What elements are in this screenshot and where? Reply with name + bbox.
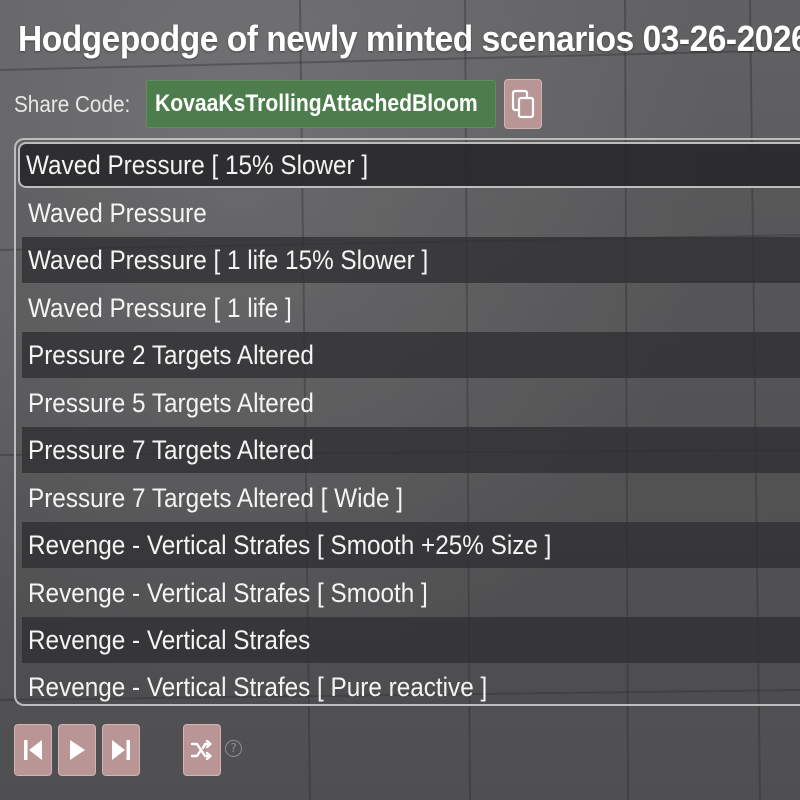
scenario-label: Pressure 2 Targets Altered: [28, 339, 314, 370]
play-icon: [70, 740, 85, 760]
list-item[interactable]: Waved Pressure [ 15% Slower ]: [18, 142, 800, 188]
scenario-label: Pressure 7 Targets Altered [ Wide ]: [28, 482, 404, 513]
list-item[interactable]: Pressure 7 Targets Altered: [22, 427, 800, 473]
shuffle-icon: [190, 739, 212, 761]
list-item[interactable]: Pressure 2 Targets Altered: [22, 332, 800, 378]
scenario-label: Revenge - Vertical Strafes: [28, 624, 311, 655]
skip-to-end-icon: [112, 740, 130, 760]
scenario-label: Waved Pressure: [28, 197, 207, 228]
copy-share-code-button[interactable]: [504, 79, 542, 129]
play-button[interactable]: [58, 724, 96, 776]
list-item[interactable]: Revenge - Vertical Strafes [ Smooth +25%…: [22, 522, 800, 568]
share-code-row: Share Code: KovaaKsTrollingAttachedBloom: [14, 79, 542, 129]
shuffle-button[interactable]: [183, 724, 221, 776]
scenario-label: Revenge - Vertical Strafes [ Pure reacti…: [28, 671, 488, 702]
list-item[interactable]: Pressure 5 Targets Altered: [22, 380, 800, 426]
share-code-field[interactable]: KovaaKsTrollingAttachedBloom: [146, 80, 496, 128]
scenario-label: Revenge - Vertical Strafes [ Smooth ]: [28, 577, 428, 608]
list-item[interactable]: Pressure 7 Targets Altered [ Wide ]: [22, 475, 800, 521]
list-item[interactable]: Waved Pressure: [22, 190, 800, 236]
scenario-label: Pressure 7 Targets Altered: [28, 434, 314, 465]
copy-icon: [511, 89, 535, 119]
list-item[interactable]: Waved Pressure [ 1 life 15% Slower ]: [22, 237, 800, 283]
page-title: Hodgepodge of newly minted scenarios 03-…: [18, 18, 800, 59]
scenario-label: Revenge - Vertical Strafes [ Smooth +25%…: [28, 529, 552, 560]
list-item[interactable]: Revenge - Vertical Strafes [ Pure reacti…: [22, 664, 800, 704]
skip-to-end-button[interactable]: [102, 724, 140, 776]
list-item[interactable]: Revenge - Vertical Strafes: [22, 617, 800, 663]
scenario-label: Waved Pressure [ 1 life 15% Slower ]: [28, 244, 429, 275]
scenario-label: Waved Pressure [ 1 life ]: [28, 292, 292, 323]
skip-to-start-icon: [24, 740, 42, 760]
share-code-label: Share Code:: [14, 90, 131, 117]
list-item[interactable]: Revenge - Vertical Strafes [ Smooth ]: [22, 570, 800, 616]
share-code-value: KovaaKsTrollingAttachedBloom: [155, 90, 478, 117]
help-icon[interactable]: ?: [225, 740, 242, 757]
list-item[interactable]: Waved Pressure [ 1 life ]: [22, 285, 800, 331]
skip-to-start-button[interactable]: [14, 724, 52, 776]
scenario-list[interactable]: Waved Pressure [ 15% Slower ] Waved Pres…: [14, 138, 800, 706]
scenario-label: Pressure 5 Targets Altered: [28, 387, 314, 418]
scenario-label: Waved Pressure [ 15% Slower ]: [26, 149, 369, 180]
